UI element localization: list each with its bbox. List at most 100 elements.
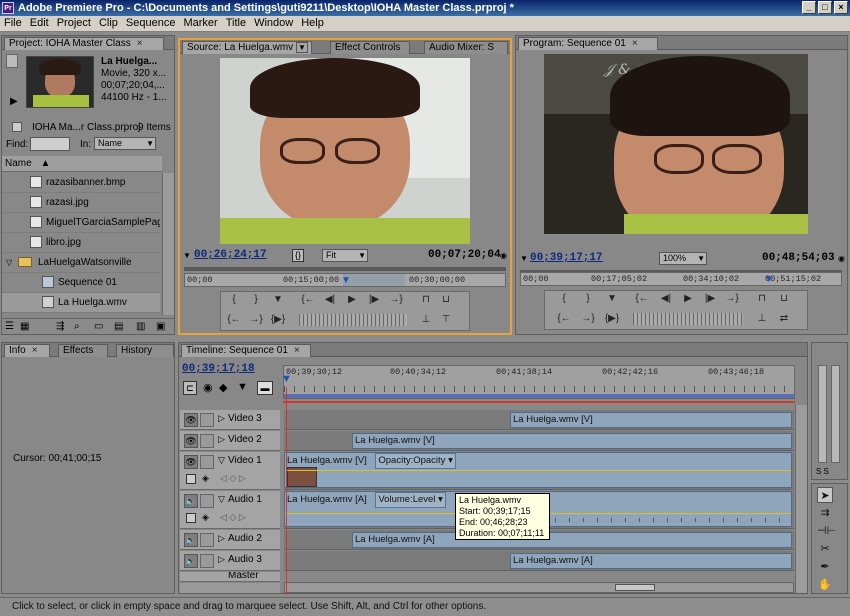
menu-edit[interactable]: Edit — [26, 16, 53, 31]
tab-project[interactable]: Project: IOHA Master Class × — [4, 37, 164, 50]
lock-icon[interactable] — [200, 533, 214, 547]
track-lane-video-2[interactable]: La Huelga.wmv [V] — [284, 431, 794, 451]
in-select[interactable]: Name ▼ — [94, 137, 156, 150]
timeline-vertical-scrollbar[interactable] — [795, 405, 807, 593]
extract-icon[interactable]: ⊤ — [437, 312, 455, 328]
work-area-bar[interactable] — [284, 394, 794, 398]
program-current-timecode[interactable]: 00;39;17;17 — [530, 252, 603, 264]
set-in-icon[interactable]: { — [555, 291, 573, 307]
go-to-in-icon[interactable]: {← — [299, 292, 317, 308]
set-encore-marker-icon[interactable]: ◉ — [203, 381, 213, 394]
scrollbar-thumb[interactable] — [615, 584, 655, 591]
track-header-audio-3[interactable]: 🔈 ▷ Audio 3 — [180, 551, 280, 571]
safe-margins-icon[interactable]: {} — [292, 249, 304, 262]
source-marker-icon[interactable]: ▼ — [183, 251, 191, 260]
lock-icon[interactable] — [200, 554, 214, 568]
new-bin-icon[interactable]: ▭ — [94, 321, 103, 332]
program-video-frame[interactable]: 𝒥 & 𝒴 — [544, 54, 808, 234]
clip-video-1[interactable]: La Huelga.wmv [V] Opacity:Opacity ▾ — [284, 452, 792, 488]
maximize-button[interactable]: □ — [818, 1, 832, 14]
track-lane-video-3[interactable]: La Huelga.wmv [V] — [284, 410, 794, 430]
razor-tool-icon[interactable]: ✂ — [817, 541, 833, 557]
track-select-tool-icon[interactable]: ⇉ — [817, 505, 833, 521]
set-out-icon[interactable]: } — [579, 291, 597, 307]
menu-help[interactable]: Help — [297, 16, 328, 31]
overlay-icon[interactable]: ⊔ — [437, 292, 455, 308]
program-playhead[interactable]: ▼ — [764, 274, 774, 285]
name-column-header[interactable]: Name ▲ — [2, 156, 162, 172]
close-button[interactable]: × — [834, 1, 848, 14]
eye-icon[interactable]: 👁 — [184, 413, 198, 427]
display-style-icon[interactable] — [186, 474, 196, 484]
list-item[interactable]: ▽ LaHuelgaWatsonville — [2, 253, 160, 273]
expand-icon[interactable]: ▷ — [218, 554, 225, 565]
timeline-ruler[interactable]: 00;39;30;12 00;40;34;12 00;41;38;14 00;4… — [283, 365, 795, 399]
play-icon[interactable]: ▶ — [343, 292, 361, 308]
keyframe-icon[interactable]: ◈ — [202, 473, 209, 484]
jog-shuttle[interactable] — [299, 314, 407, 326]
list-item[interactable]: razasibanner.bmp — [2, 173, 160, 193]
set-marker-icon[interactable]: ▼ — [603, 291, 621, 307]
project-scrollbar[interactable] — [162, 173, 174, 315]
tab-source[interactable]: Source: La Huelga.wmv ▼× — [182, 41, 312, 54]
tab-effect-controls[interactable]: Effect Controls — [330, 41, 410, 54]
step-forward-icon[interactable]: |▶ — [365, 292, 383, 308]
hand-tool-icon[interactable]: ✋ — [817, 577, 833, 593]
output-icon[interactable]: ⇄ — [775, 311, 793, 327]
program-menu-icon[interactable]: ◉ — [838, 254, 845, 263]
timeline-zoom-slider[interactable] — [180, 583, 280, 593]
speaker-icon[interactable]: 🔈 — [184, 494, 198, 508]
extract-icon[interactable]: ⊔ — [775, 291, 793, 307]
clear-icon[interactable]: ▥ — [136, 321, 145, 332]
selection-tool-icon[interactable]: ➤ — [817, 487, 833, 503]
play-icon[interactable]: ▶ — [10, 96, 18, 107]
list-item[interactable]: libro.jpg — [2, 233, 160, 253]
go-to-prev-edit-icon[interactable]: {← — [555, 311, 573, 327]
speaker-icon[interactable]: 🔈 — [184, 554, 198, 568]
step-back-icon[interactable]: ◀| — [321, 292, 339, 308]
tab-audio-mixer[interactable]: Audio Mixer: S — [424, 41, 508, 54]
program-zoom-select[interactable]: 100% ▼ — [659, 252, 707, 265]
solo-icon[interactable]: S S — [816, 467, 829, 476]
menu-window[interactable]: Window — [250, 16, 297, 31]
set-marker-icon[interactable]: ◆ — [219, 381, 227, 394]
track-header-video-3[interactable]: 👁 ▷ Video 3 — [180, 410, 280, 430]
tab-history[interactable]: History — [116, 344, 174, 357]
program-marker-icon[interactable]: ▼ — [520, 254, 528, 263]
play-in-to-out-icon[interactable]: {▶} — [269, 312, 287, 328]
play-icon[interactable]: ▶ — [679, 291, 697, 307]
menu-project[interactable]: Project — [53, 16, 95, 31]
opacity-rubberband[interactable] — [285, 470, 791, 471]
track-header-audio-1[interactable]: 🔈 ▽ Audio 1 ◈ ◁ ◇ ▷ — [180, 491, 280, 529]
set-out-icon[interactable]: } — [247, 292, 265, 308]
program-time-ruler[interactable]: 00;00 00;17;05;02 00;34;10;02 00;51;15;0… — [520, 272, 842, 286]
keyframe-nav-icon[interactable]: ◁ ◇ ▷ — [220, 512, 246, 523]
track-lane-video-1[interactable]: La Huelga.wmv [V] Opacity:Opacity ▾ — [284, 452, 794, 490]
clip-video-3[interactable]: La Huelga.wmv [V] — [510, 412, 792, 428]
tab-info[interactable]: Info × — [4, 344, 50, 357]
go-to-prev-marker-icon[interactable]: {← — [225, 312, 243, 328]
go-to-in-icon[interactable]: {← — [633, 291, 651, 307]
track-header-master[interactable]: Master — [180, 572, 280, 582]
collapse-triangle-icon[interactable]: ▽ — [6, 253, 14, 272]
automate-icon[interactable]: ⇶ — [56, 321, 64, 332]
menu-file[interactable]: File — [0, 16, 26, 31]
set-in-icon[interactable]: { — [225, 292, 243, 308]
volume-effect-select[interactable]: Volume:Level ▾ — [375, 492, 446, 508]
play-in-to-out-icon[interactable]: {▶} — [603, 311, 621, 327]
tab-timeline[interactable]: Timeline: Sequence 01 × — [181, 344, 311, 357]
lock-icon[interactable] — [200, 494, 214, 508]
clip-audio-3[interactable]: La Huelga.wmv [A] — [510, 553, 792, 569]
collapse-icon[interactable]: ▽ — [218, 455, 225, 466]
track-header-audio-2[interactable]: 🔈 ▷ Audio 2 — [180, 530, 280, 550]
track-header-video-1[interactable]: 👁 ▽ Video 1 ◈ ◁ ◇ ▷ — [180, 452, 280, 490]
zoom-slider-handle[interactable]: ▬ — [257, 381, 273, 395]
set-marker-icon[interactable]: ▼ — [269, 292, 287, 308]
lift-icon[interactable]: ⊥ — [417, 312, 435, 328]
go-to-next-marker-icon[interactable]: →} — [247, 312, 265, 328]
menu-title[interactable]: Title — [222, 16, 250, 31]
go-to-out-icon[interactable]: →} — [723, 291, 741, 307]
keyframe-nav-icon[interactable]: ◁ ◇ ▷ — [220, 473, 246, 484]
icon-view-icon[interactable]: ▦ — [20, 321, 29, 332]
step-forward-icon[interactable]: |▶ — [701, 291, 719, 307]
